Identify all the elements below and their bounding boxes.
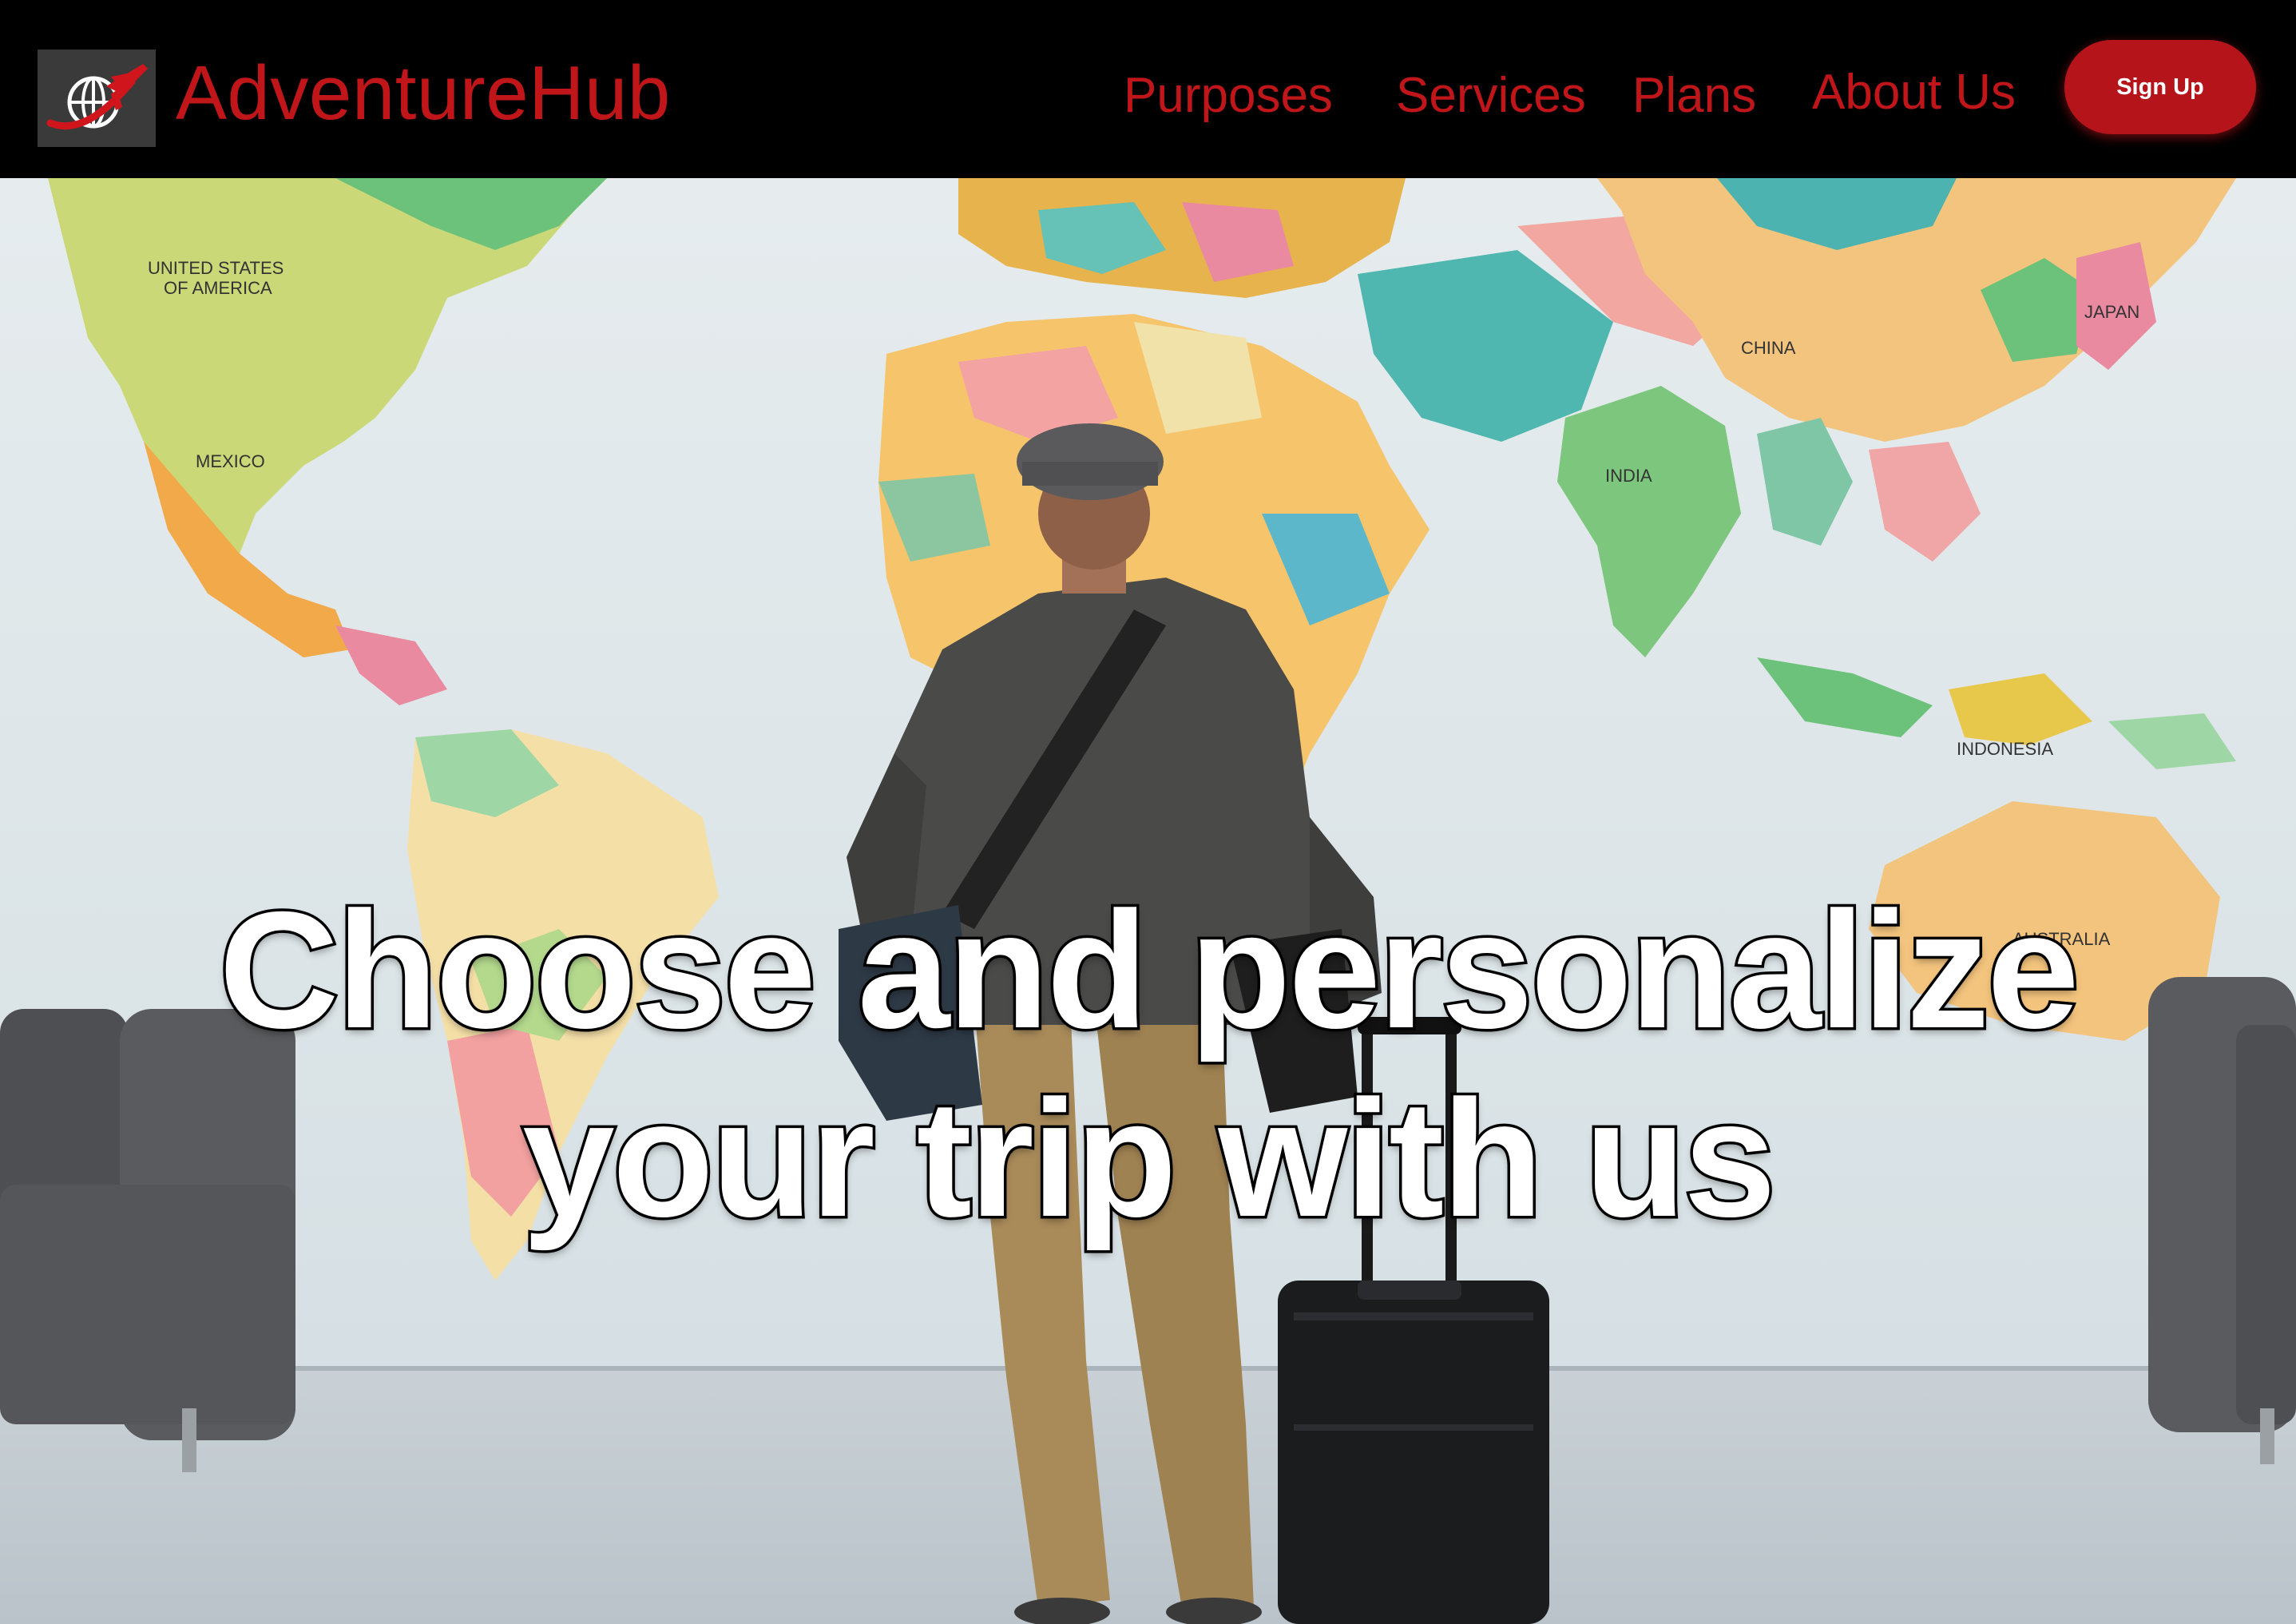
map-label-indonesia: INDONESIA: [1957, 739, 2053, 759]
map-label-mexico: MEXICO: [196, 451, 265, 471]
top-navbar: AdventureHub Purposes Services Plans Abo…: [0, 0, 2296, 178]
svg-text:OF AMERICA: OF AMERICA: [164, 278, 272, 298]
nav-link-plans[interactable]: Plans: [1632, 64, 1756, 128]
globe-airplane-icon: [46, 64, 148, 130]
hero-headline: Choose and personalize your trip with us: [0, 876, 2296, 1255]
hero-headline-line-2: your trip with us: [520, 1064, 1779, 1255]
brand-name[interactable]: AdventureHub: [176, 50, 671, 137]
nav-link-purposes[interactable]: Purposes: [1124, 64, 1333, 128]
map-label-usa: UNITED STATES: [148, 258, 284, 278]
map-label-india: INDIA: [1605, 466, 1652, 486]
logo[interactable]: [38, 50, 156, 147]
map-label-china: CHINA: [1741, 338, 1796, 358]
nav-link-services[interactable]: Services: [1396, 64, 1586, 128]
page: AdventureHub Purposes Services Plans Abo…: [0, 0, 2296, 1624]
sign-up-button[interactable]: Sign Up: [2064, 40, 2256, 134]
hero-headline-line-1: Choose and personalize: [216, 876, 2083, 1066]
hero-section: UNITED STATES OF AMERICA MEXICO CHINA JA…: [0, 178, 2296, 1624]
nav-link-about-us[interactable]: About Us: [1812, 61, 2016, 125]
map-label-japan: JAPAN: [2084, 302, 2139, 322]
